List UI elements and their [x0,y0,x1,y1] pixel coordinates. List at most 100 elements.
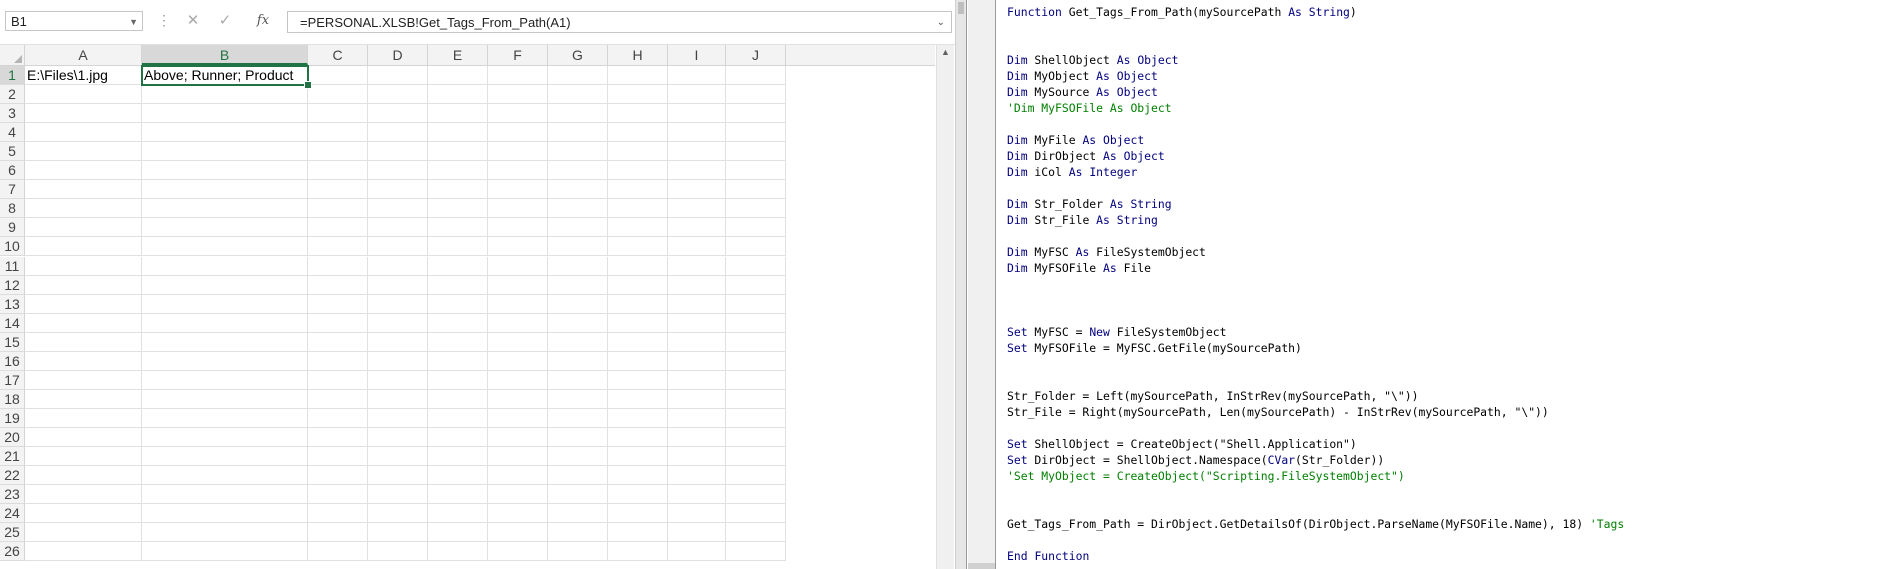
cell-e22[interactable] [428,466,488,486]
cell-j21[interactable] [726,447,786,466]
cell-j6[interactable] [726,161,786,181]
column-header-e[interactable]: E [428,45,488,65]
cell-g13[interactable] [548,294,608,314]
cell-c6[interactable] [308,161,368,181]
row-header-4[interactable]: 4 [0,123,25,143]
cell-i10[interactable] [668,237,726,257]
cell-g12[interactable] [548,275,608,295]
splitter-grip[interactable] [958,2,964,14]
cell-a1[interactable]: E:\Files\1.jpg [25,66,142,85]
cell-h6[interactable] [608,161,668,181]
cell-f8[interactable] [488,199,548,219]
cell-f7[interactable] [488,180,548,200]
row-header-13[interactable]: 13 [0,294,25,314]
row-header-8[interactable]: 8 [0,199,25,219]
cell-a6[interactable] [25,161,142,181]
row-header-21[interactable]: 21 [0,447,25,466]
cell-a18[interactable] [25,389,142,409]
cell-e8[interactable] [428,199,488,219]
cell-f2[interactable] [488,85,548,105]
cell-c16[interactable] [308,351,368,371]
cell-d21[interactable] [368,447,428,466]
cell-d3[interactable] [368,104,428,124]
code-line[interactable] [1007,20,1624,36]
cell-b18[interactable] [142,389,308,409]
formula-input[interactable]: =PERSONAL.XLSB!Get_Tags_From_Path(A1) ⌄ [287,11,952,33]
row-header-18[interactable]: 18 [0,389,25,409]
cell-b25[interactable] [142,523,308,543]
cell-f20[interactable] [488,427,548,447]
cell-d8[interactable] [368,199,428,219]
code-line[interactable]: Dim iCol As Integer [1007,164,1624,180]
cell-b8[interactable] [142,199,308,219]
cell-i24[interactable] [668,504,726,524]
row-header-1[interactable]: 1 [0,66,25,85]
cell-c21[interactable] [308,447,368,466]
cell-h2[interactable] [608,85,668,105]
cell-a17[interactable] [25,370,142,390]
cell-b4[interactable] [142,123,308,143]
cell-d4[interactable] [368,123,428,143]
code-line[interactable] [1007,500,1624,516]
cell-f16[interactable] [488,351,548,371]
cell-g21[interactable] [548,447,608,466]
cell-b6[interactable] [142,161,308,181]
code-line[interactable]: Set DirObject = ShellObject.Namespace(CV… [1007,452,1624,468]
cell-f17[interactable] [488,370,548,390]
cell-c20[interactable] [308,427,368,447]
cell-d13[interactable] [368,294,428,314]
cell-j10[interactable] [726,237,786,257]
cell-j17[interactable] [726,370,786,390]
cell-e25[interactable] [428,523,488,543]
cell-g8[interactable] [548,199,608,219]
code-line[interactable]: Set ShellObject = CreateObject("Shell.Ap… [1007,436,1624,452]
cell-e26[interactable] [428,542,488,562]
cell-h14[interactable] [608,313,668,333]
cell-b9[interactable] [142,218,308,238]
cell-j2[interactable] [726,85,786,105]
cell-h24[interactable] [608,504,668,524]
cell-f4[interactable] [488,123,548,143]
expand-formula-bar-icon[interactable]: ⌄ [937,12,945,34]
cell-f10[interactable] [488,237,548,257]
cell-a25[interactable] [25,523,142,543]
cell-c19[interactable] [308,408,368,428]
cell-a19[interactable] [25,408,142,428]
cell-a23[interactable] [25,485,142,505]
window-splitter[interactable] [955,0,967,569]
column-header-c[interactable]: C [308,45,368,65]
cell-d7[interactable] [368,180,428,200]
cell-h13[interactable] [608,294,668,314]
cell-e23[interactable] [428,485,488,505]
cell-i16[interactable] [668,351,726,371]
cell-d20[interactable] [368,427,428,447]
cell-i13[interactable] [668,294,726,314]
code-line[interactable]: Dim Str_Folder As String [1007,196,1624,212]
cell-i9[interactable] [668,218,726,238]
cell-f3[interactable] [488,104,548,124]
code-editor[interactable]: Function Get_Tags_From_Path(mySourcePath… [1007,4,1624,564]
row-header-17[interactable]: 17 [0,370,25,390]
row-header-9[interactable]: 9 [0,218,25,238]
cell-a14[interactable] [25,313,142,333]
cell-g3[interactable] [548,104,608,124]
cell-c22[interactable] [308,466,368,486]
cell-a15[interactable] [25,332,142,352]
cell-j3[interactable] [726,104,786,124]
enter-icon[interactable]: ✓ [214,11,236,29]
cell-g19[interactable] [548,408,608,428]
cell-b2[interactable] [142,85,308,105]
cell-a4[interactable] [25,123,142,143]
cell-d1[interactable] [368,66,428,85]
cell-h21[interactable] [608,447,668,466]
code-line[interactable] [1007,292,1624,308]
view-toggle[interactable] [968,563,995,569]
cell-b24[interactable] [142,504,308,524]
worksheet-grid[interactable]: 1 E:\Files\1.jpg Above; Runner; Product 2 3 4… [0,65,935,569]
cell-e24[interactable] [428,504,488,524]
cell-d5[interactable] [368,142,428,162]
cell-b1[interactable]: Above; Runner; Product [141,65,309,86]
cell-g18[interactable] [548,389,608,409]
cell-d12[interactable] [368,275,428,295]
cell-i12[interactable] [668,275,726,295]
